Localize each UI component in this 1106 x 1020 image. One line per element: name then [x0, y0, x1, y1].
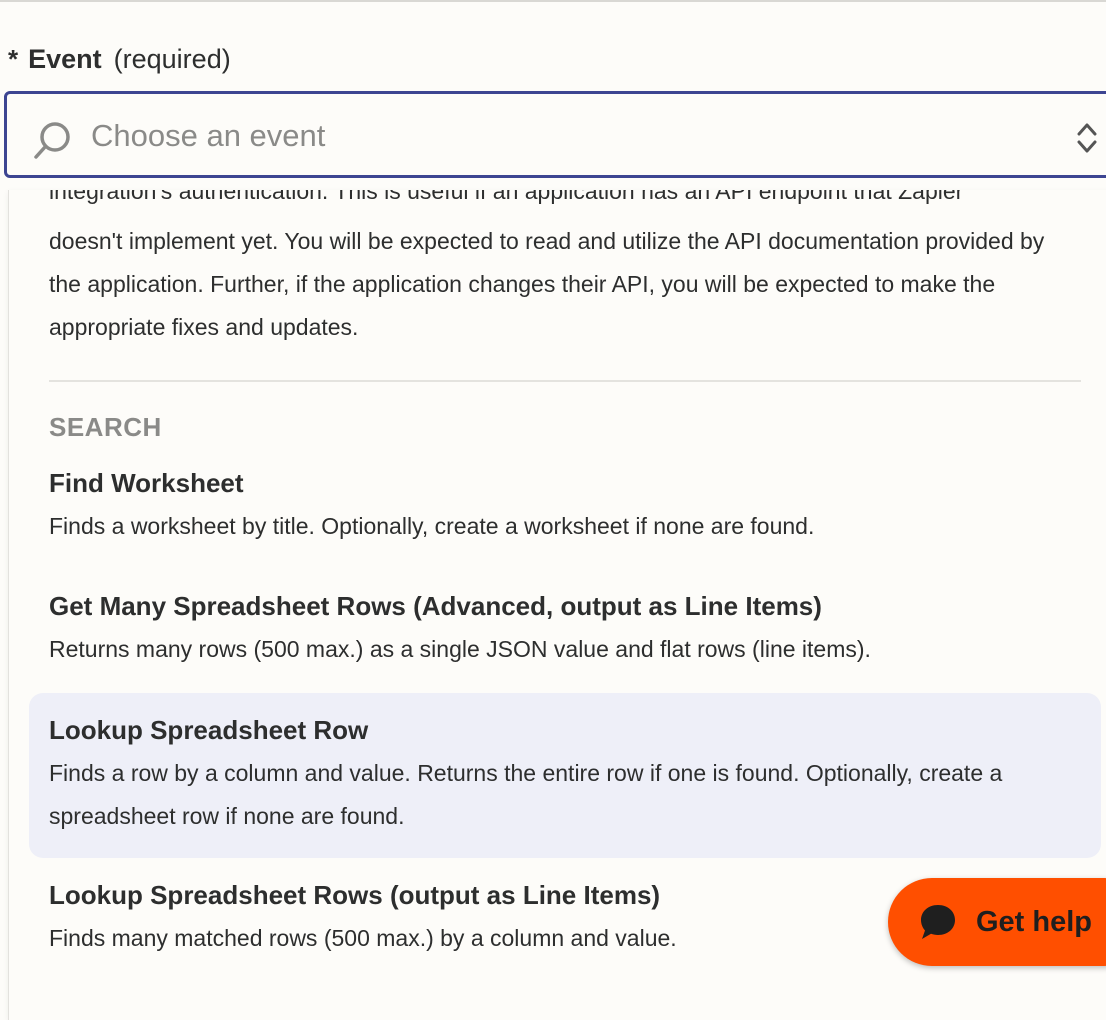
- required-asterisk: *: [8, 44, 19, 74]
- section-heading-search: SEARCH: [49, 412, 162, 442]
- option-description: Returns many rows (500 max.) as a single…: [49, 636, 871, 662]
- get-help-button[interactable]: Get help: [888, 878, 1106, 966]
- event-field-label: * Event (required): [8, 44, 231, 75]
- event-select[interactable]: Choose an event: [4, 91, 1106, 178]
- chat-bubble-icon: [921, 905, 955, 939]
- api-request-description: doesn't implement yet. You will be expec…: [49, 228, 1045, 340]
- search-icon: [34, 122, 70, 159]
- option-description: Finds a row by a column and value. Retur…: [49, 760, 1003, 829]
- required-note: (required): [113, 44, 231, 74]
- field-name: Event: [28, 44, 102, 74]
- option-lookup-spreadsheet-row[interactable]: Lookup Spreadsheet Row Finds a row by a …: [29, 693, 1101, 858]
- event-select-placeholder[interactable]: Choose an event: [91, 118, 325, 154]
- get-help-label: Get help: [976, 905, 1093, 938]
- option-title: Find Worksheet: [49, 468, 244, 498]
- cutoff-description-line: integration's authentication. This is us…: [49, 190, 964, 204]
- option-title: Lookup Spreadsheet Row: [49, 715, 369, 745]
- option-title: Get Many Spreadsheet Rows (Advanced, out…: [49, 591, 822, 621]
- top-divider: [0, 0, 1106, 2]
- option-get-many-spreadsheet-rows[interactable]: Get Many Spreadsheet Rows (Advanced, out…: [29, 591, 1101, 671]
- option-find-worksheet[interactable]: Find Worksheet Finds a worksheet by titl…: [29, 468, 1101, 548]
- chevron-up-down-icon[interactable]: [1073, 120, 1101, 156]
- option-description: Finds a worksheet by title. Optionally, …: [49, 513, 815, 539]
- section-divider: [49, 380, 1081, 382]
